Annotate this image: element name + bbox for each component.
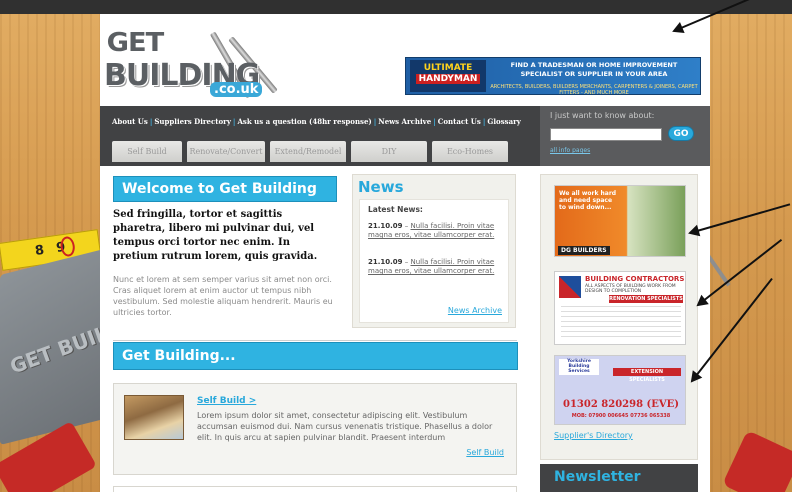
search-panel: I just want to know about: GO all info p… [540,106,710,166]
nav-link-about[interactable]: About Us [112,117,148,126]
search-input[interactable] [550,128,662,141]
tab-eco-homes[interactable]: Eco-Homes [432,141,508,162]
sidebar: We all work hard and need space to wind … [540,174,698,460]
nav-link-glossary[interactable]: Glossary [487,117,520,126]
self-build-more-link[interactable]: Self Build [466,448,504,457]
banner-headline: FIND A TRADESMAN OR HOME IMPROVEMENT SPE… [510,61,678,78]
nav-link-contact[interactable]: Contact Us [438,117,481,126]
go-button-icon[interactable]: GO [668,126,694,141]
top-nav-links: About Us | Suppliers Directory | Ask us a qu… [112,117,521,126]
main-navbar: About Us | Suppliers Directory | Ask us a qu… [100,106,710,166]
site-header: GET BUILDING .co.uk ULTIMATE HANDYMAN FI… [100,14,710,106]
all-info-pages-link[interactable]: all info pages [550,147,590,154]
newsletter-heading: Newsletter [540,464,698,492]
nav-link-news-archive[interactable]: News Archive [378,117,431,126]
nav-link-ask[interactable]: Ask us a question (48hr response) [237,117,371,126]
tool-handle-decoration-right [722,430,792,492]
banner-ad[interactable]: ULTIMATE HANDYMAN FIND A TRADESMAN OR HO… [405,57,701,96]
nav-link-suppliers[interactable]: Suppliers Directory [154,117,231,126]
latest-news-label: Latest News: [368,205,423,214]
get-building-heading: Get Building... [113,342,518,370]
next-card [113,486,517,492]
search-label: I just want to know about: [550,111,655,120]
news-item: 21.10.09 – Nulla facilisi. Proin vitae m… [368,258,495,275]
arrow-icon [697,238,783,306]
section-tabs: Self Build Renovate/Convert Extend/Remod… [112,141,508,162]
sidebar-ad-building-contractors[interactable]: BUILDING CONTRACTORS ALL ASPECTS OF BUIL… [554,271,686,345]
banner-subline: ARCHITECTS, BUILDERS, BUILDERS MERCHANTS… [490,84,698,96]
self-build-image[interactable] [124,395,184,440]
self-build-text: Lorem ipsum dolor sit amet, consectetur … [197,411,493,442]
logo-line-1: GET [106,28,165,58]
contractor-logo [559,276,581,298]
news-item: 21.10.09 – Nulla facilisi. Proin vitae m… [368,222,495,239]
site-logo[interactable]: GET BUILDING .co.uk [100,24,300,102]
content-divider [113,340,517,341]
tab-extend-remodel[interactable]: Extend/Remodel [270,141,346,162]
suppliers-directory-link[interactable]: Supplier's Directory [554,431,633,440]
logo-line-3: .co.uk [210,82,263,97]
self-build-link[interactable]: Self Build > [197,396,256,406]
browser-top-bar [0,0,792,14]
welcome-body-text: Nunc et lorem at sem semper varius sit a… [113,275,333,317]
tab-self-build[interactable]: Self Build [112,141,182,162]
page-container: GET BUILDING .co.uk ULTIMATE HANDYMAN FI… [100,14,710,492]
welcome-lead-text: Sed fringilla, tortor et sagittis pharet… [113,209,318,262]
tab-diy[interactable]: DIY [351,141,427,162]
welcome-heading: Welcome to Get Building [113,176,337,202]
news-archive-link[interactable]: News Archive [448,306,502,315]
tab-renovate-convert[interactable]: Renovate/Convert [187,141,265,162]
news-list: Latest News: 21.10.09 – Nulla facilisi. … [359,199,509,323]
news-heading: News [358,178,404,196]
banner-brand: ULTIMATE HANDYMAN [410,60,486,92]
sidebar-ad-dg-builders[interactable]: We all work hard and need space to wind … [554,185,686,257]
self-build-card: Self Build > Lorem ipsum dolor sit amet,… [113,383,517,475]
sidebar-ad-extension-specialists[interactable]: Yorkshire Building Services EXTENSION SP… [554,355,686,425]
news-panel: News Latest News: 21.10.09 – Nulla facil… [352,174,516,328]
